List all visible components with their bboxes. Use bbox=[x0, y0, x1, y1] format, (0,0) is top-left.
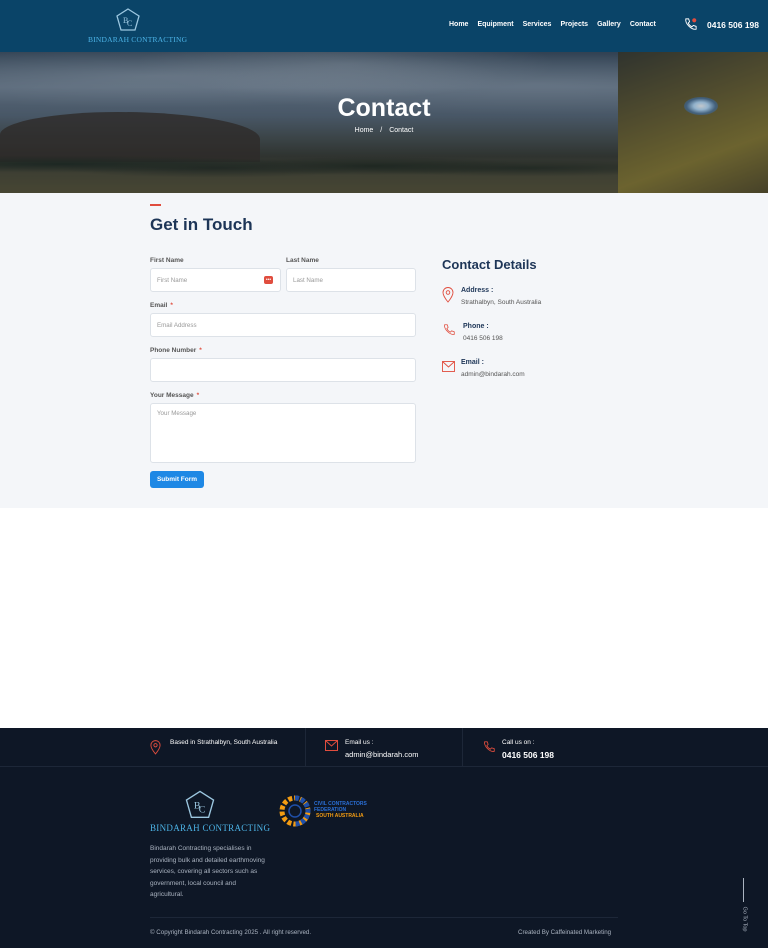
logo-emblem-icon: B C bbox=[185, 790, 215, 818]
nav-projects[interactable]: Projects bbox=[560, 21, 588, 28]
header-phone[interactable]: 0416 506 198 bbox=[683, 17, 759, 32]
first-name-label-text: First Name bbox=[150, 257, 184, 264]
footer-divider bbox=[462, 728, 463, 767]
nav-gallery[interactable]: Gallery bbox=[597, 21, 621, 28]
contact-section: Get in Touch First Name First Name ••• L… bbox=[0, 193, 768, 508]
header-phone-number: 0416 506 198 bbox=[707, 19, 759, 30]
contact-details-heading: Contact Details bbox=[442, 257, 537, 272]
breadcrumb-separator: / bbox=[380, 127, 383, 134]
phone-label-text: Phone Number bbox=[150, 347, 197, 354]
site-logo[interactable]: B C BINDARAH CONTRACTING bbox=[88, 8, 187, 46]
required-mark: * bbox=[196, 392, 200, 399]
footer-call-label: Call us on : bbox=[502, 739, 535, 746]
partner-logo[interactable]: CIVIL CONTRACTORS FEDERATION SOUTH AUSTR… bbox=[276, 792, 376, 832]
email-placeholder: Email Address bbox=[157, 321, 197, 329]
phone-icon bbox=[444, 324, 455, 335]
message-label: Your Message * bbox=[150, 392, 199, 399]
breadcrumb: Home / Contact bbox=[0, 127, 768, 134]
email-label: Email * bbox=[150, 302, 173, 309]
credit-link[interactable]: Created By Caffeinated Marketing bbox=[518, 929, 611, 936]
heading-accent bbox=[150, 204, 161, 206]
svg-text:C: C bbox=[127, 19, 132, 28]
footer-logo-text: BINDARAH CONTRACTING bbox=[150, 823, 271, 833]
breadcrumb-home[interactable]: Home bbox=[355, 127, 374, 134]
footer-divider bbox=[305, 728, 306, 767]
nav-services[interactable]: Services bbox=[523, 21, 552, 28]
logo-text: BINDARAH CONTRACTING bbox=[88, 35, 188, 44]
footer-rule bbox=[150, 917, 618, 918]
partner-line3: SOUTH AUSTRALIA bbox=[316, 813, 364, 819]
autofill-badge-icon[interactable]: ••• bbox=[264, 276, 273, 284]
required-mark: * bbox=[199, 347, 202, 354]
footer-email-value[interactable]: admin@bindarah.com bbox=[345, 750, 418, 759]
email-field[interactable]: Email Address bbox=[150, 313, 416, 337]
last-name-label-text: Last Name bbox=[286, 257, 319, 264]
required-mark: * bbox=[170, 302, 173, 309]
page-title: Contact bbox=[337, 94, 431, 122]
svg-text:C: C bbox=[199, 804, 206, 815]
footer-description: Bindarah Contracting specialises in prov… bbox=[150, 845, 265, 898]
breadcrumb-current: Contact bbox=[389, 127, 414, 134]
go-to-top-line bbox=[743, 878, 744, 902]
footer-email-label: Email us : bbox=[345, 739, 374, 746]
nav-home[interactable]: Home bbox=[449, 21, 468, 28]
phone-field[interactable] bbox=[150, 358, 416, 382]
footer-location-text: Based in Strathalbyn, South Australia bbox=[170, 739, 278, 746]
first-name-placeholder: First Name bbox=[157, 276, 188, 284]
main-nav: Home Equipment Services Projects Gallery… bbox=[449, 21, 665, 28]
site-footer: Based in Strathalbyn, South Australia Em… bbox=[0, 728, 768, 948]
phone-icon bbox=[685, 18, 697, 30]
message-placeholder: Your Message bbox=[157, 410, 197, 417]
hero-banner: Contact Home / Contact bbox=[0, 52, 768, 193]
last-name-label: Last Name bbox=[286, 257, 319, 264]
first-name-label: First Name bbox=[150, 257, 184, 264]
envelope-icon bbox=[442, 361, 455, 372]
phone-label: Phone Number * bbox=[150, 347, 202, 354]
submit-button[interactable]: Submit Form bbox=[150, 471, 204, 488]
address-value: Strathalbyn, South Australia bbox=[461, 299, 542, 306]
email-label-text: Email bbox=[150, 302, 168, 309]
email-value[interactable]: admin@bindarah.com bbox=[461, 371, 525, 378]
phone-value[interactable]: 0416 506 198 bbox=[463, 335, 503, 342]
first-name-field[interactable]: First Name ••• bbox=[150, 268, 281, 292]
go-to-top[interactable]: Go To Top bbox=[740, 878, 748, 931]
go-to-top-label: Go To Top bbox=[741, 906, 748, 932]
footer-call-value[interactable]: 0416 506 198 bbox=[502, 750, 554, 760]
envelope-icon bbox=[325, 740, 338, 751]
message-textarea[interactable]: Your Message bbox=[150, 403, 416, 463]
site-header: B C BINDARAH CONTRACTING Home Equipment … bbox=[0, 0, 768, 52]
last-name-placeholder: Last Name bbox=[293, 276, 323, 284]
form-heading: Get in Touch bbox=[150, 215, 253, 234]
address-title: Address : bbox=[461, 287, 494, 294]
nav-contact[interactable]: Contact bbox=[630, 21, 656, 28]
location-pin-icon bbox=[442, 287, 454, 303]
gear-logo-icon bbox=[279, 795, 311, 827]
footer-contact-bar: Based in Strathalbyn, South Australia Em… bbox=[0, 728, 768, 767]
message-label-text: Your Message bbox=[150, 392, 194, 399]
phone-icon bbox=[484, 741, 495, 752]
copyright: © Copyright Bindarah Contracting 2025 . … bbox=[150, 929, 312, 936]
logo-emblem-icon: B C bbox=[116, 8, 140, 31]
nav-equipment[interactable]: Equipment bbox=[477, 21, 513, 28]
last-name-field[interactable]: Last Name bbox=[286, 268, 416, 292]
phone-title: Phone : bbox=[463, 323, 489, 330]
email-title: Email : bbox=[461, 359, 484, 366]
location-pin-icon bbox=[150, 740, 161, 755]
